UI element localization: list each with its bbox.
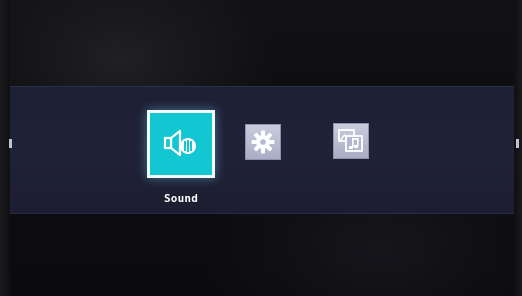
selected-item-label: Sound — [163, 192, 199, 205]
speaker-icon — [163, 129, 196, 157]
menu-item-settings[interactable] — [245, 124, 281, 160]
menu-item-media-browser[interactable] — [333, 123, 369, 159]
media-browser-icon — [338, 129, 363, 152]
nav-arrow-left-icon[interactable] — [9, 139, 12, 148]
gear-icon — [251, 130, 275, 154]
menu-item-sound[interactable] — [147, 110, 215, 178]
screen-bezel-left — [0, 0, 10, 296]
screen-bezel-right — [514, 0, 522, 296]
nav-arrow-right-icon[interactable] — [516, 139, 519, 148]
tv-screen: Sound — [0, 0, 522, 296]
